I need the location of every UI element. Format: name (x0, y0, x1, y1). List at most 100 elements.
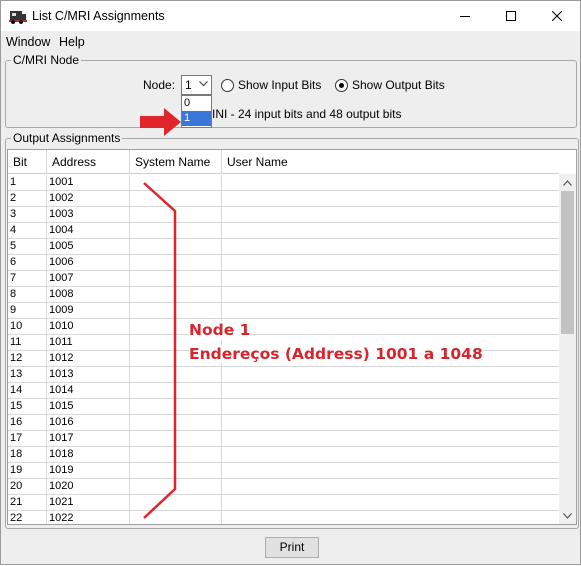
cell-user-name[interactable] (222, 399, 559, 415)
cell-user-name[interactable] (222, 495, 559, 511)
cell-bit[interactable]: 16 (8, 415, 47, 431)
scroll-thumb[interactable] (561, 191, 574, 334)
cell-user-name[interactable] (222, 511, 559, 524)
cell-bit[interactable]: 5 (8, 239, 47, 255)
cell-system-name[interactable] (130, 367, 222, 383)
cell-user-name[interactable] (222, 191, 559, 207)
table-row[interactable]: 16 1016 (8, 415, 559, 431)
cell-system-name[interactable] (130, 463, 222, 479)
table-row[interactable]: 21 1021 (8, 495, 559, 511)
cell-bit[interactable]: 13 (8, 367, 47, 383)
table-row[interactable]: 9 1009 (8, 303, 559, 319)
cell-user-name[interactable] (222, 415, 559, 431)
column-header-address[interactable]: Address (47, 150, 130, 174)
cell-bit[interactable]: 3 (8, 207, 47, 223)
cell-user-name[interactable] (222, 319, 559, 335)
cell-bit[interactable]: 8 (8, 287, 47, 303)
node-option-1[interactable]: 1 (182, 111, 211, 126)
menu-help[interactable]: Help (59, 35, 85, 49)
close-button[interactable] (534, 1, 580, 31)
cell-system-name[interactable] (130, 431, 222, 447)
table-row[interactable]: 17 1017 (8, 431, 559, 447)
cell-user-name[interactable] (222, 271, 559, 287)
cell-address[interactable]: 1012 (47, 351, 130, 367)
cell-user-name[interactable] (222, 367, 559, 383)
table-row[interactable]: 13 1013 (8, 367, 559, 383)
cell-user-name[interactable] (222, 303, 559, 319)
table-row[interactable]: 5 1005 (8, 239, 559, 255)
cell-system-name[interactable] (130, 479, 222, 495)
table-row[interactable]: 4 1004 (8, 223, 559, 239)
cell-bit[interactable]: 4 (8, 223, 47, 239)
cell-system-name[interactable] (130, 383, 222, 399)
print-button[interactable]: Print (265, 537, 319, 558)
cell-user-name[interactable] (222, 383, 559, 399)
cell-address[interactable]: 1002 (47, 191, 130, 207)
cell-user-name[interactable] (222, 287, 559, 303)
cell-address[interactable]: 1017 (47, 431, 130, 447)
maximize-button[interactable] (488, 1, 534, 31)
output-assignments-table[interactable]: Bit Address System Name User Name 1 1001 2… (7, 149, 577, 525)
cell-address[interactable]: 1003 (47, 207, 130, 223)
cell-bit[interactable]: 6 (8, 255, 47, 271)
cell-address[interactable]: 1001 (47, 175, 130, 191)
cell-address[interactable]: 1016 (47, 415, 130, 431)
cell-address[interactable]: 1008 (47, 287, 130, 303)
vertical-scrollbar[interactable] (559, 174, 576, 524)
cell-user-name[interactable] (222, 239, 559, 255)
cell-user-name[interactable] (222, 175, 559, 191)
cell-system-name[interactable] (130, 255, 222, 271)
cell-address[interactable]: 1013 (47, 367, 130, 383)
table-row[interactable]: 10 1010 (8, 319, 559, 335)
cell-address[interactable]: 1011 (47, 335, 130, 351)
cell-address[interactable]: 1005 (47, 239, 130, 255)
cell-address[interactable]: 1021 (47, 495, 130, 511)
title-bar[interactable]: List C/MRI Assignments (1, 1, 580, 31)
cell-user-name[interactable] (222, 223, 559, 239)
cell-address[interactable]: 1009 (47, 303, 130, 319)
node-option-0[interactable]: 0 (182, 96, 211, 111)
cell-system-name[interactable] (130, 223, 222, 239)
cell-bit[interactable]: 22 (8, 511, 47, 524)
column-header-bit[interactable]: Bit (8, 150, 47, 174)
cell-system-name[interactable] (130, 207, 222, 223)
cell-bit[interactable]: 14 (8, 383, 47, 399)
cell-bit[interactable]: 18 (8, 447, 47, 463)
cell-system-name[interactable] (130, 303, 222, 319)
cell-address[interactable]: 1006 (47, 255, 130, 271)
cell-bit[interactable]: 7 (8, 271, 47, 287)
cell-system-name[interactable] (130, 287, 222, 303)
table-row[interactable]: 20 1020 (8, 479, 559, 495)
cell-bit[interactable]: 1 (8, 175, 47, 191)
cell-address[interactable]: 1022 (47, 511, 130, 524)
cell-system-name[interactable] (130, 191, 222, 207)
node-dropdown-list[interactable]: 0 1 (181, 95, 212, 128)
table-row[interactable]: 22 1022 (8, 511, 559, 524)
node-select[interactable]: 1 (181, 75, 212, 95)
cell-system-name[interactable] (130, 175, 222, 191)
cell-user-name[interactable] (222, 207, 559, 223)
cell-user-name[interactable] (222, 479, 559, 495)
cell-address[interactable]: 1015 (47, 399, 130, 415)
cell-address[interactable]: 1007 (47, 271, 130, 287)
cell-system-name[interactable] (130, 271, 222, 287)
scroll-up-button[interactable] (559, 174, 576, 191)
cell-bit[interactable]: 21 (8, 495, 47, 511)
cell-user-name[interactable] (222, 447, 559, 463)
cell-system-name[interactable] (130, 399, 222, 415)
cell-bit[interactable]: 11 (8, 335, 47, 351)
cell-bit[interactable]: 9 (8, 303, 47, 319)
table-row[interactable]: 7 1007 (8, 271, 559, 287)
cell-bit[interactable]: 15 (8, 399, 47, 415)
cell-system-name[interactable] (130, 495, 222, 511)
table-row[interactable]: 6 1006 (8, 255, 559, 271)
show-output-bits-radio[interactable]: Show Output Bits (335, 78, 445, 92)
show-input-bits-radio[interactable]: Show Input Bits (221, 78, 321, 92)
cell-user-name[interactable] (222, 431, 559, 447)
table-row[interactable]: 14 1014 (8, 383, 559, 399)
table-row[interactable]: 1 1001 (8, 175, 559, 191)
cell-address[interactable]: 1018 (47, 447, 130, 463)
cell-system-name[interactable] (130, 511, 222, 524)
cell-system-name[interactable] (130, 415, 222, 431)
table-row[interactable]: 8 1008 (8, 287, 559, 303)
